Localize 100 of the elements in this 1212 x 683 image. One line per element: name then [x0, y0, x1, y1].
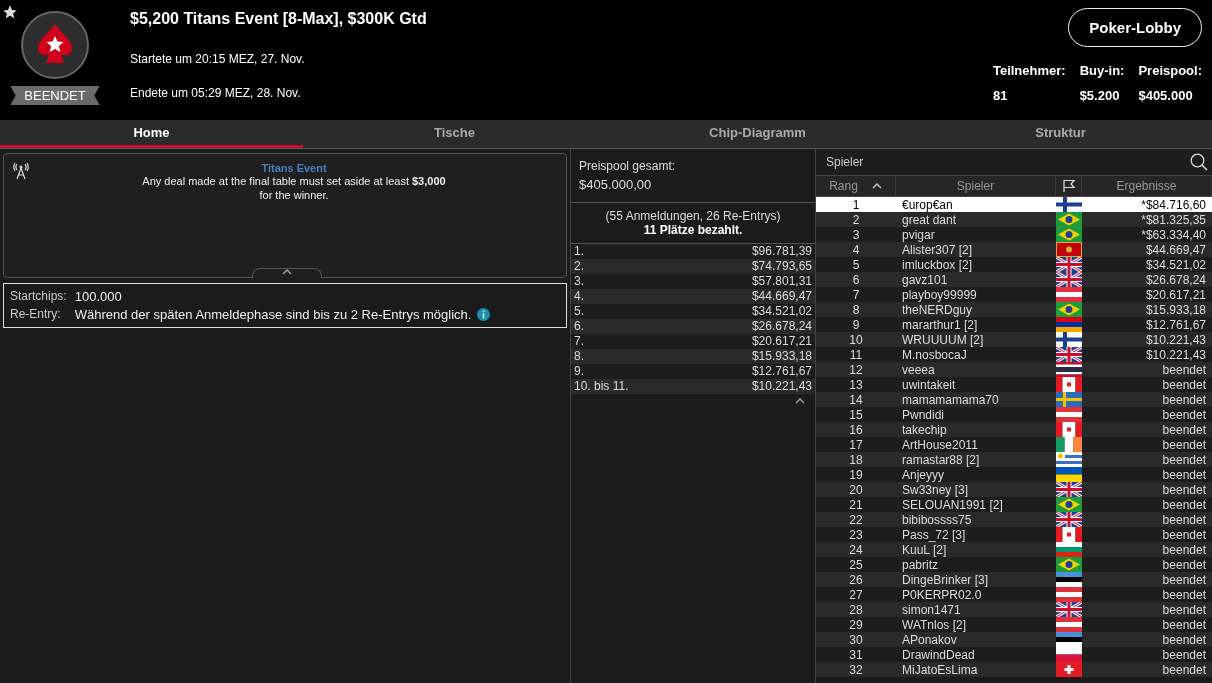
payout-amount: $74.793,65 — [751, 259, 812, 274]
player-row[interactable]: 4 Alister307 [2] $44.669,47 — [816, 242, 1212, 257]
result-cell-text: beendet — [1161, 662, 1207, 677]
rank-cell-text: 2 — [851, 212, 861, 227]
result-cell-text: beendet — [1161, 362, 1207, 377]
detail-value: 100.000 — [74, 289, 122, 304]
flag-icon[interactable] — [1061, 179, 1076, 193]
tab[interactable]: Home — [0, 120, 303, 148]
result-cell-text: $44.669,47 — [1144, 242, 1207, 257]
tab[interactable]: Chip-Diagramm — [606, 120, 909, 148]
result-cell-text: $10.221,43 — [1144, 332, 1207, 347]
entries-text: (55 Anmeldungen, 26 Re-Entrys) — [605, 209, 781, 223]
payout-amount: $34.521,02 — [751, 304, 812, 319]
result-cell-text: beendet — [1161, 632, 1207, 647]
player-row[interactable]: 18 ramastar88 [2] beendet — [816, 452, 1212, 467]
country-flag-icon — [1056, 422, 1082, 437]
tab[interactable]: Struktur — [909, 120, 1212, 148]
payout-place: 3. — [574, 274, 584, 289]
player-row[interactable]: 22 bibibossss75 beendet — [816, 512, 1212, 527]
result-cell-text: $26.678,24 — [1144, 272, 1207, 287]
result-cell-text: beendet — [1161, 617, 1207, 632]
player-name: MiJatoEsLima — [901, 662, 979, 677]
result-cell-text: beendet — [1161, 587, 1207, 602]
result-cell-text: *$81.325,35 — [1140, 212, 1207, 227]
player-name: WRUUUUM [2] — [901, 332, 985, 347]
player-row[interactable]: 6 gavz101 $26.678,24 — [816, 272, 1212, 287]
country-flag-icon — [1056, 602, 1082, 617]
rank-cell-text: 7 — [851, 287, 861, 302]
country-flag-icon — [1056, 587, 1082, 602]
result-cell-text: beendet — [1161, 482, 1207, 497]
result-cell-text: beendet — [1161, 542, 1207, 557]
country-flag-icon — [1056, 392, 1082, 407]
player-name: Anjeyyy — [901, 467, 946, 482]
country-flag-icon — [1056, 332, 1082, 347]
result-cell-text: $20.617,21 — [1144, 287, 1207, 302]
rank-cell-text: 28 — [848, 602, 864, 617]
end-time: Endete um 05:29 MEZ, 28. Nov. — [130, 86, 302, 100]
country-flag-icon — [1056, 317, 1082, 332]
column-header[interactable]: Rang — [829, 179, 858, 193]
payout-amount: $26.678,24 — [751, 319, 812, 334]
player-row[interactable]: 1 €urop€an *$84.716,60 — [816, 197, 1212, 212]
player-row[interactable]: 30 APonakov beendet — [816, 632, 1212, 647]
rank-cell-text: 25 — [848, 557, 864, 572]
column-header[interactable]: Ergebnisse — [1116, 179, 1177, 193]
country-flag-icon — [1056, 497, 1082, 512]
country-flag-icon — [1056, 512, 1082, 527]
info-icon[interactable] — [477, 308, 491, 321]
player-row[interactable]: 20 Sw33ney [3] beendet — [816, 482, 1212, 497]
search-icon[interactable] — [1190, 153, 1208, 171]
country-flag-icon — [1056, 242, 1082, 257]
player-row[interactable]: 10 WRUUUUM [2] $10.221,43 — [816, 332, 1212, 347]
tab[interactable]: Tische — [303, 120, 606, 148]
player-name: DrawindDead — [901, 647, 976, 662]
player-name: P0KERPR02.0 — [901, 587, 983, 602]
country-flag-icon — [1056, 557, 1082, 572]
rank-cell-text: 26 — [848, 572, 864, 587]
result-cell-text: beendet — [1161, 467, 1207, 482]
player-row[interactable]: 14 mamamamama70 beendet — [816, 392, 1212, 407]
country-flag-icon — [1056, 212, 1082, 227]
result-cell-text: $34.521,02 — [1144, 257, 1207, 272]
status-ribbon: BEENDET — [10, 86, 100, 105]
rank-cell-text: 1 — [851, 197, 861, 212]
detail-label: Startchips: — [10, 289, 67, 304]
payout-place: 1. — [574, 244, 584, 259]
player-row[interactable]: 12 veeea beendet — [816, 362, 1212, 377]
country-flag-icon — [1056, 617, 1082, 632]
player-name: great dant — [901, 212, 958, 227]
player-name: APonakov — [901, 632, 958, 647]
country-flag-icon — [1056, 452, 1082, 467]
player-row[interactable]: 16 takechip beendet — [816, 422, 1212, 437]
payout-place: 4. — [574, 289, 584, 304]
result-cell-text: beendet — [1161, 452, 1207, 467]
rank-cell-text: 8 — [851, 302, 861, 317]
rank-cell-text: 10 — [848, 332, 864, 347]
column-header[interactable]: Spieler — [956, 179, 995, 193]
rank-cell-text: 3 — [851, 227, 861, 242]
result-cell-text: $12.761,67 — [1144, 317, 1207, 332]
player-row[interactable]: 28 simon1471 beendet — [816, 602, 1212, 617]
rank-cell-text: 13 — [848, 377, 864, 392]
country-flag-icon — [1056, 227, 1082, 242]
result-cell-text: beendet — [1161, 392, 1207, 407]
poker-lobby-button[interactable]: Poker-Lobby — [1068, 8, 1202, 47]
detail-value: Während der späten Anmeldephase sind bis zu 2 Re-Entrys möglich. — [74, 307, 472, 322]
player-name: takechip — [901, 422, 948, 437]
player-row[interactable]: 26 DingeBrinker [3] beendet — [816, 572, 1212, 587]
player-row[interactable]: 8 theNERDguy $15.933,18 — [816, 302, 1212, 317]
stat-label: Teilnehmer: — [992, 63, 1066, 78]
result-cell-text: beendet — [1161, 377, 1207, 392]
player-row[interactable]: 24 KuuL [2] beendet — [816, 542, 1212, 557]
player-name: playboy99999 — [901, 287, 978, 302]
player-row[interactable]: 2 great dant *$81.325,35 — [816, 212, 1212, 227]
player-name: bibibossss75 — [901, 512, 973, 527]
rank-cell-text: 21 — [848, 497, 864, 512]
player-row[interactable]: 32 MiJatoEsLima beendet — [816, 662, 1212, 677]
player-search-field[interactable]: Spieler — [824, 154, 983, 170]
country-flag-icon — [1056, 437, 1082, 452]
star-icon[interactable] — [2, 4, 18, 20]
player-name: Pass_72 [3] — [901, 527, 967, 542]
stat-value: $5.200 — [1079, 88, 1121, 103]
collapse-handle[interactable] — [252, 268, 322, 278]
